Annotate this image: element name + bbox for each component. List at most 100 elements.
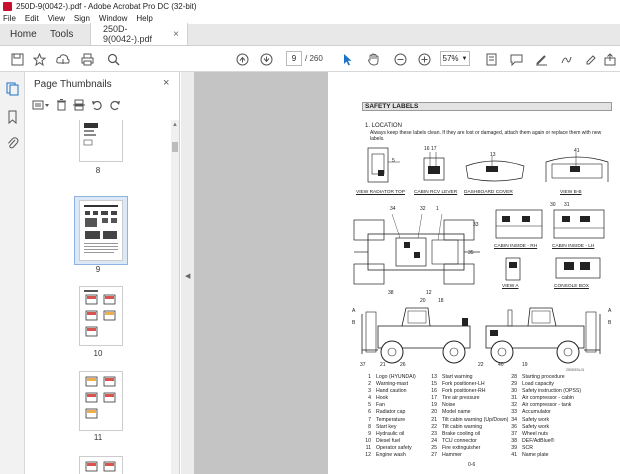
location-text: Always keep these labels clean. If they …	[370, 130, 602, 142]
chevron-left-icon: ◀	[185, 273, 191, 280]
callout-33: 33	[473, 222, 479, 228]
callout-20: 20	[420, 298, 426, 304]
legend-row: 36 Safety work	[511, 423, 550, 430]
insert-page-icon[interactable]	[73, 99, 85, 114]
menu-help[interactable]: Help	[136, 14, 152, 23]
callout-16-17: 16 17	[424, 146, 437, 152]
panel-collapse-handle[interactable]: ◀	[181, 72, 194, 474]
zoom-in-icon[interactable]	[416, 50, 432, 68]
thumbnail-page-8[interactable]	[79, 120, 123, 162]
document-page: SAFETY LABELS 1. LOCATION Always keep th…	[328, 72, 620, 474]
thumbnail-label: 9	[95, 265, 101, 274]
page-number-input[interactable]: 9	[286, 51, 302, 66]
legend-row: 17 Tire air pressure	[431, 395, 480, 402]
legend-row: 31 Air compressor - cabin	[511, 395, 574, 402]
legend-row: 39 SCR	[511, 444, 533, 451]
scroll-mode-icon[interactable]	[482, 50, 500, 68]
rotate-left-icon[interactable]	[91, 99, 103, 114]
menu-sign[interactable]: Sign	[74, 14, 90, 23]
previous-page-icon[interactable]	[234, 50, 250, 68]
rcv-lever-figure	[423, 152, 445, 181]
menu-edit[interactable]: Edit	[25, 14, 39, 23]
sign-icon[interactable]	[582, 50, 600, 68]
legend-row: 25 Fire extinguisher	[431, 444, 481, 451]
legend-row: 5 Fan	[368, 402, 385, 409]
callout-21: 21	[380, 362, 386, 368]
view-bb-figure	[545, 152, 609, 182]
view-label-dashboard: DASHBOARD COVER	[464, 190, 513, 195]
legend-row: 15 Fork positioner-LH	[431, 381, 485, 388]
delete-page-icon[interactable]	[56, 98, 67, 114]
bookmarks-icon[interactable]	[6, 110, 19, 125]
legend-row: 37 Wheel nuts	[511, 430, 548, 437]
legend-row: 11 Operator safety	[365, 444, 412, 451]
zoom-out-icon[interactable]	[392, 50, 408, 68]
acrobat-icon	[3, 2, 12, 11]
document-viewer[interactable]: SAFETY LABELS 1. LOCATION Always keep th…	[194, 72, 620, 474]
legend-row: 13 Start warning	[431, 374, 473, 380]
page-thumbnails-icon[interactable]	[6, 82, 19, 96]
legend-row: 1 Logo (HYUNDAI)	[368, 374, 416, 380]
thumbnail-page-11[interactable]	[79, 371, 123, 431]
hand-tool-icon[interactable]	[365, 50, 381, 68]
search-icon[interactable]	[104, 50, 122, 68]
thumbnail-preview	[84, 290, 116, 337]
upload-cloud-icon[interactable]	[54, 50, 72, 68]
legend-row: 4 Hook	[368, 395, 389, 402]
thumbnail-page-10[interactable]	[79, 286, 123, 346]
legend-row: 2 Warning-mast	[368, 381, 409, 388]
menu-view[interactable]: View	[48, 14, 65, 23]
cabin-inside-lh-figure	[553, 209, 605, 239]
menu-file[interactable]: File	[3, 14, 16, 23]
legend-row: 12 Engine wash	[365, 452, 406, 459]
legend-row: 7 Temperature	[368, 416, 406, 423]
highlight-pen-icon[interactable]	[532, 50, 550, 68]
callout-13: 13	[490, 152, 496, 158]
scrollbar-thumb[interactable]	[172, 142, 178, 152]
legend-row: 24 TCU connector	[431, 437, 477, 444]
machine-top-view-figure	[353, 213, 480, 285]
close-tab-icon[interactable]: ×	[173, 29, 179, 40]
legend-row: 3 Hand caution	[368, 388, 407, 395]
legend-row: 23 Brake cooling oil	[431, 430, 481, 437]
bookmark-star-icon[interactable]	[30, 50, 48, 68]
legend-row: 10 Diesel fuel	[365, 437, 401, 444]
attachments-icon[interactable]	[6, 136, 19, 149]
zoom-level-select[interactable]: 57% ▼	[440, 51, 470, 66]
callout-38: 38	[388, 290, 394, 296]
save-icon[interactable]	[8, 50, 26, 68]
draw-icon[interactable]	[557, 50, 575, 68]
thumbnail-preview	[85, 376, 116, 419]
tab-tools[interactable]: Tools	[40, 23, 90, 45]
callout-1: 1	[436, 206, 439, 212]
thumbnail-scrollbar[interactable]: ▲	[171, 120, 179, 474]
menu-window[interactable]: Window	[99, 14, 127, 23]
thumbnail-options-icon[interactable]	[32, 99, 50, 114]
print-icon[interactable]	[78, 50, 96, 68]
callout-40: 40	[498, 362, 504, 368]
panel-title: Page Thumbnails	[34, 79, 112, 90]
share-icon[interactable]	[603, 50, 617, 68]
page-total: / 260	[305, 54, 323, 63]
select-cursor-icon[interactable]	[341, 50, 355, 68]
thumbnail-page-9[interactable]	[79, 200, 123, 261]
tab-document[interactable]: 250D-9(0042-).pdf ×	[90, 23, 188, 45]
legend-row: 38 DEF/AdBlue®	[511, 437, 555, 444]
next-page-icon[interactable]	[258, 50, 274, 68]
radiator-top-figure	[367, 147, 400, 183]
scroll-up-icon[interactable]: ▲	[172, 122, 178, 128]
section-title: SAFETY LABELS	[362, 102, 612, 111]
legend-row: 33 Accumulator	[511, 409, 551, 416]
tab-home[interactable]: Home	[0, 23, 40, 45]
callout-5: 5	[392, 158, 395, 164]
legend-row: 41 Name plate	[511, 452, 549, 459]
cabin-inside-rh-figure	[495, 209, 543, 239]
callout-34: 34	[390, 206, 396, 212]
comment-icon[interactable]	[507, 50, 525, 68]
title-bar: 250D-9(0042-).pdf - Adobe Acrobat Pro DC…	[0, 0, 620, 13]
location-heading: 1. LOCATION	[365, 123, 402, 129]
legend-row: 19 Noise	[431, 402, 456, 409]
thumbnail-page-12[interactable]	[79, 456, 123, 474]
rotate-right-icon[interactable]	[109, 99, 121, 114]
close-icon[interactable]: ×	[163, 77, 169, 89]
